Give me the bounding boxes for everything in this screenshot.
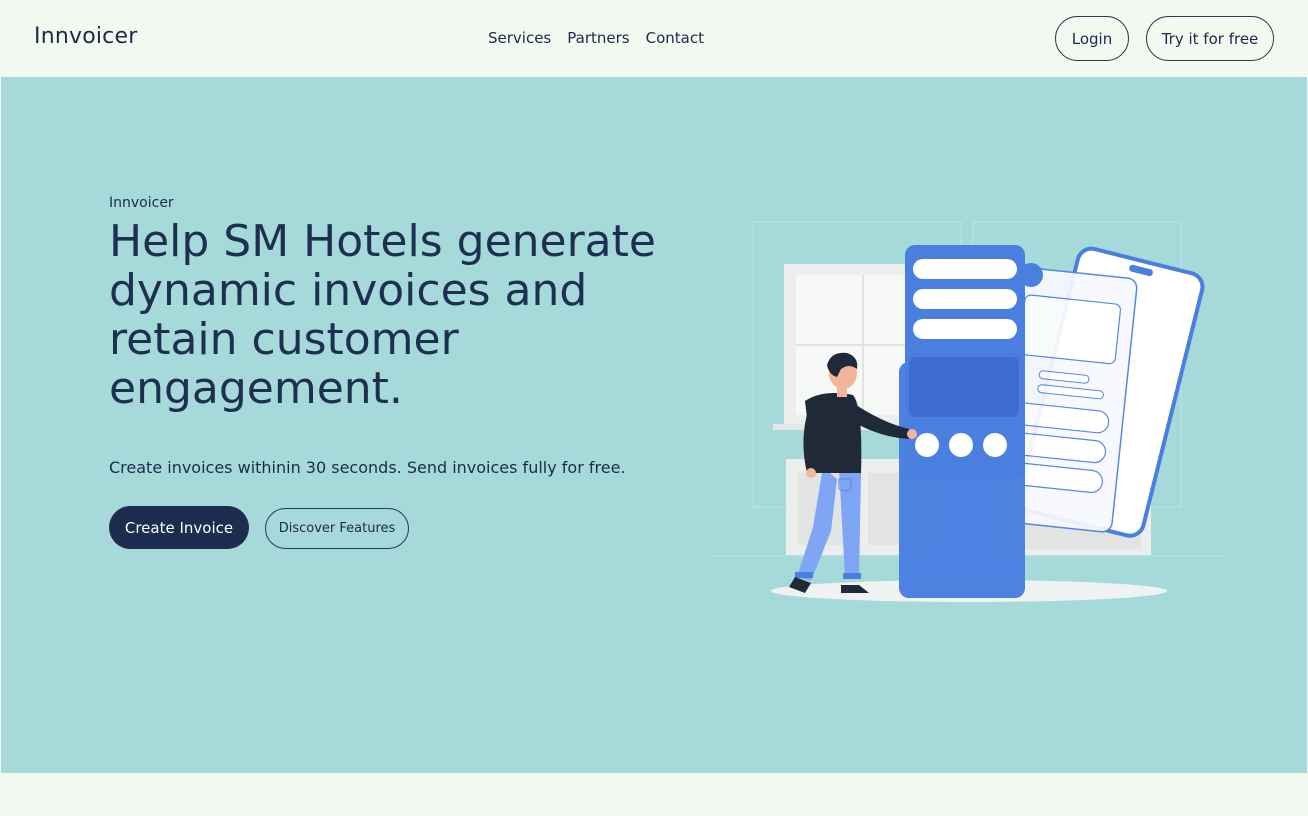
login-button[interactable]: Login [1055, 16, 1129, 61]
navbar: Innvoicer Services Partners Contact Logi… [0, 0, 1308, 77]
nav-link-contact[interactable]: Contact [646, 29, 704, 47]
nav-link-partners[interactable]: Partners [567, 29, 629, 47]
nav-link-services[interactable]: Services [488, 29, 551, 47]
hero-subtext: Create invoices withinin 30 seconds. Sen… [109, 458, 626, 477]
person-with-invoice-phone-illustration [713, 221, 1223, 602]
brand-logo[interactable]: Innvoicer [34, 24, 137, 49]
hero-section: Innvoicer Help SM Hotels generate dynami… [1, 77, 1307, 773]
create-invoice-button[interactable]: Create Invoice [109, 506, 249, 549]
try-free-button[interactable]: Try it for free [1146, 16, 1274, 61]
nav-links: Services Partners Contact [488, 29, 704, 47]
hero-headline: Help SM Hotels generate dynamic invoices… [109, 216, 656, 414]
hero-eyebrow: Innvoicer [109, 195, 174, 211]
discover-features-button[interactable]: Discover Features [265, 508, 409, 549]
